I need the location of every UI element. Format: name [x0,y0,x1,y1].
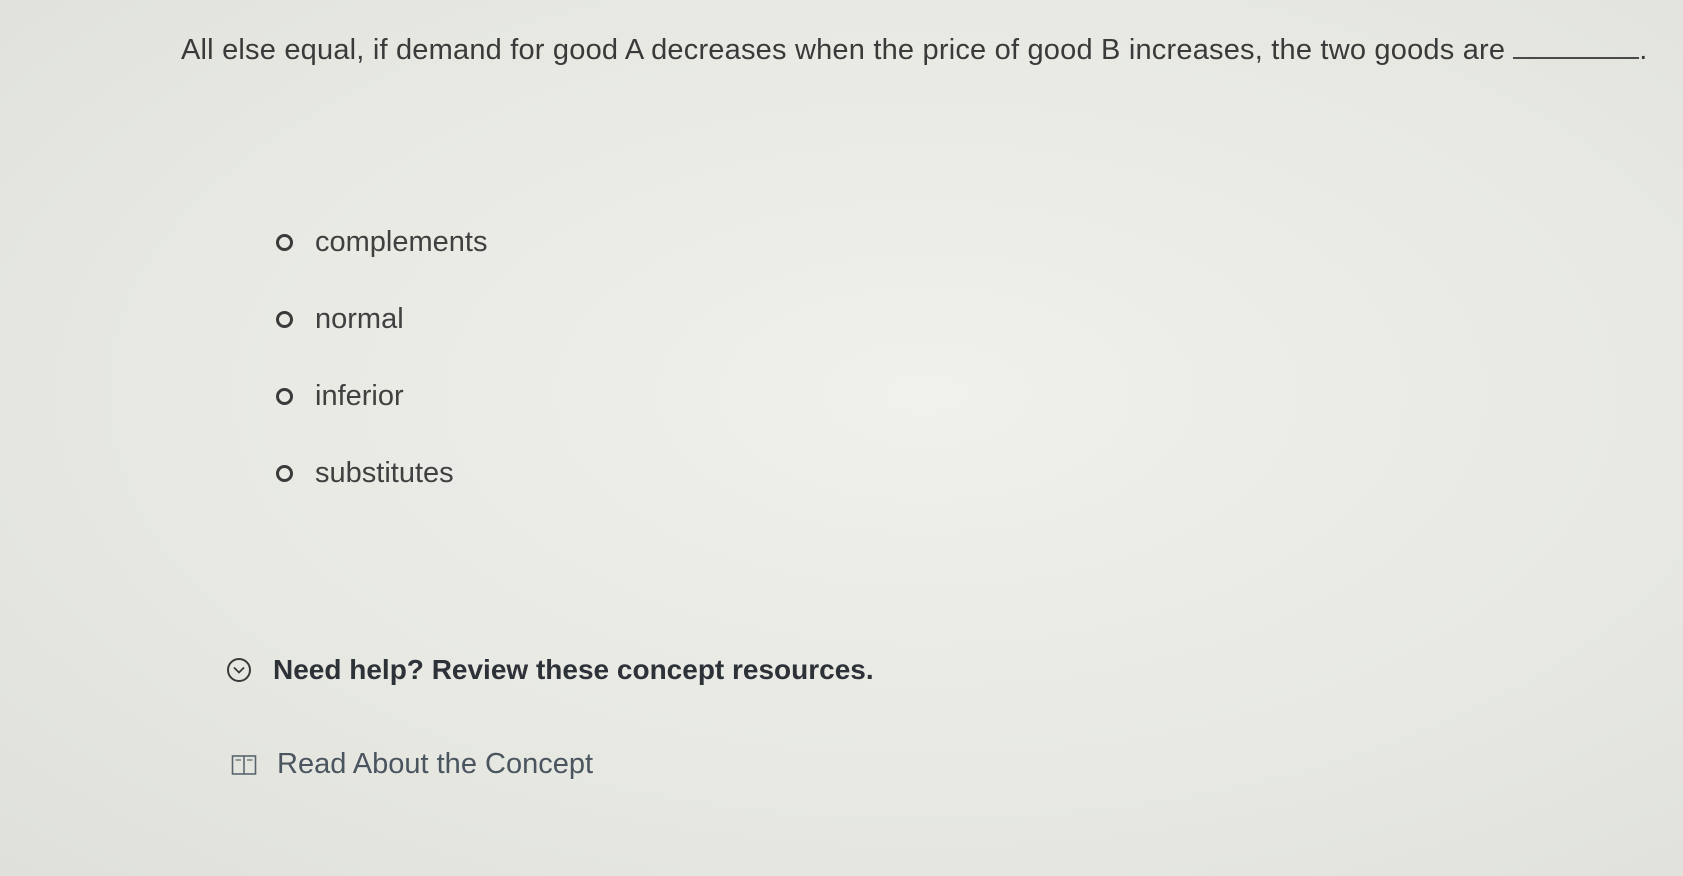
radio-button[interactable] [276,310,293,328]
radio-button[interactable] [276,387,293,405]
option-label: normal [315,302,404,335]
radio-button[interactable] [276,464,293,482]
option-normal[interactable]: normal [276,303,487,335]
question-text: All else equal, if demand for good A dec… [181,34,1647,67]
question-end: . [1639,34,1648,66]
radio-button[interactable] [276,233,293,251]
option-substitutes[interactable]: substitutes [276,457,487,489]
option-label: inferior [315,379,404,412]
answer-options: complements normal inferior substitutes [276,226,487,534]
option-inferior[interactable]: inferior [276,380,487,412]
option-complements[interactable]: complements [276,226,487,258]
read-about-concept-link[interactable]: Read About the Concept [231,748,593,781]
need-help-toggle[interactable]: Need help? Review these concept resource… [227,654,874,686]
read-about-concept-label[interactable]: Read About the Concept [277,748,593,781]
book-icon [231,754,257,776]
option-label: substitutes [315,456,454,489]
need-help-text[interactable]: Need help? Review these concept resource… [273,654,874,686]
answer-blank [1513,35,1640,59]
chevron-down-circle-icon[interactable] [227,658,251,682]
question-prompt: All else equal, if demand for good A dec… [181,34,1506,66]
option-label: complements [315,225,488,258]
